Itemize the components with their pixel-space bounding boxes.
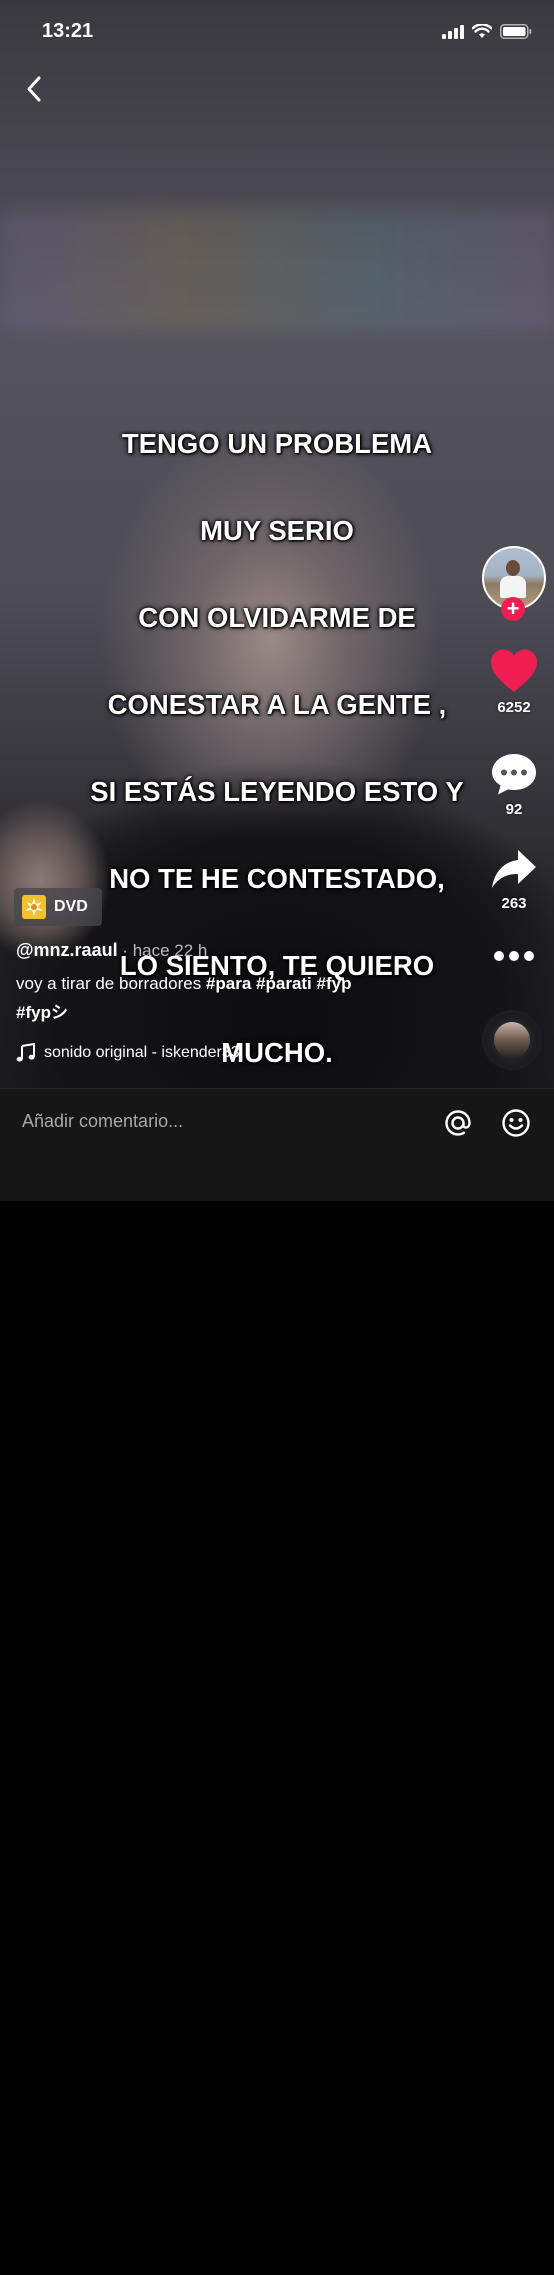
caption-line: CONESTAR A LA GENTE ,: [107, 688, 447, 720]
share-count: 263: [501, 895, 527, 912]
wifi-icon: [472, 24, 492, 38]
like-button[interactable]: 6252: [478, 648, 550, 716]
music-disc-cover: [494, 1022, 530, 1058]
more-dots-icon: [494, 951, 534, 961]
status-bar: 13:21: [0, 0, 554, 66]
comment-bar: Añadir comentario...: [0, 1088, 554, 1201]
effect-icon: [22, 895, 46, 919]
hashtag-link[interactable]: #fyp: [317, 974, 352, 993]
post-description: voy a tirar de borradores #para #parati …: [16, 969, 456, 1027]
battery-icon: [500, 24, 532, 39]
hashtag-link[interactable]: #fypシ: [16, 1003, 68, 1022]
status-time: 13:21: [42, 20, 94, 42]
caption-line: MUY SERIO: [200, 514, 354, 546]
follow-button[interactable]: +: [501, 597, 525, 621]
effect-label: DVD: [54, 898, 88, 915]
hashtag-link[interactable]: #para: [206, 974, 251, 993]
post-meta: @mnz.raaul · hace 22 h: [16, 936, 456, 965]
creator-avatar-group: +: [482, 546, 546, 628]
signal-icon: [442, 24, 464, 39]
description-text: voy a tirar de borradores: [16, 974, 206, 993]
post-time: hace 22 h: [132, 941, 208, 960]
sound-link[interactable]: sonido original - iskender33: [16, 1043, 240, 1063]
caption-line: CON OLVIDARME DE: [138, 601, 416, 633]
music-note-icon: [16, 1043, 35, 1062]
emoji-icon: [502, 1109, 530, 1137]
caption-line: TENGO UN PROBLEMA: [121, 427, 433, 459]
comment-count: 92: [505, 801, 523, 818]
effect-chip[interactable]: DVD: [14, 888, 102, 926]
username-link[interactable]: @mnz.raaul: [16, 940, 118, 960]
share-arrow-icon: [492, 850, 536, 888]
like-count: 6252: [497, 699, 531, 716]
caption-line: SI ESTÁS LEYENDO ESTO Y: [90, 775, 464, 807]
comment-bubble-icon: [492, 754, 536, 795]
emoji-button[interactable]: [498, 1105, 534, 1141]
post-info: @mnz.raaul · hace 22 h voy a tirar de bo…: [16, 936, 456, 1027]
heart-icon: [491, 649, 537, 692]
hashtag-link[interactable]: #parati: [256, 974, 312, 993]
light-reflection: [0, 210, 554, 330]
comment-input[interactable]: Añadir comentario...: [22, 1111, 183, 1132]
comment-button[interactable]: 92: [478, 752, 550, 818]
chevron-left-icon: [27, 76, 41, 102]
avatar-person-head: [506, 560, 520, 576]
share-button[interactable]: 263: [478, 848, 550, 912]
mention-button[interactable]: [440, 1105, 476, 1141]
avatar-person-body: [500, 576, 526, 598]
music-disc[interactable]: [482, 1010, 542, 1070]
back-button[interactable]: [18, 72, 50, 106]
status-icons: [442, 24, 532, 39]
more-options-button[interactable]: [478, 948, 550, 969]
post-separator: ·: [117, 941, 133, 960]
sound-label: sonido original - iskender33: [44, 1044, 240, 1061]
caption-line: NO TE HE CONTESTADO,: [109, 862, 445, 894]
effect-sparkle-icon: [25, 898, 43, 916]
at-icon: [445, 1110, 471, 1136]
